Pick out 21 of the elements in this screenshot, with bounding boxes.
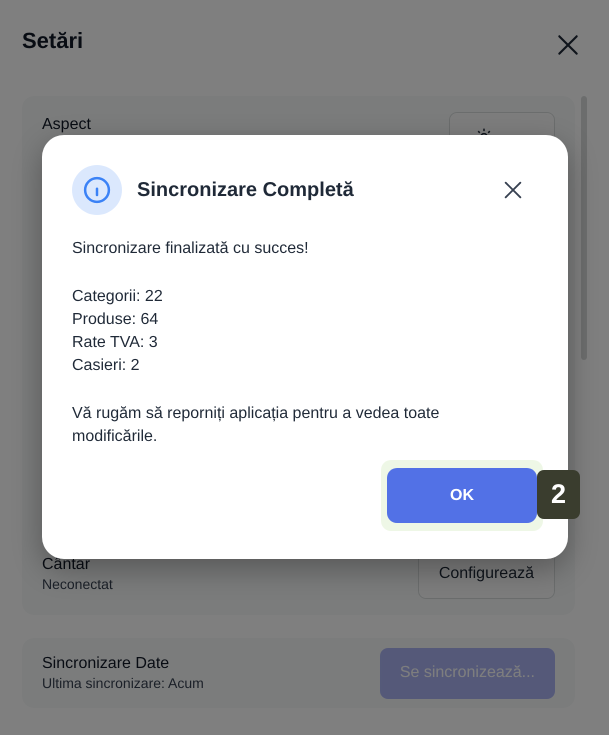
stat-line: Categorii: 22 bbox=[72, 287, 164, 307]
stat-line: Casieri: 2 bbox=[72, 356, 141, 376]
section-label: Cântar bbox=[42, 556, 92, 574]
dialog-close-button[interactable] bbox=[502, 179, 524, 201]
ok-button[interactable]: OK bbox=[387, 468, 537, 523]
dialog-title: Sincronizare Completă bbox=[137, 178, 355, 202]
step-marker: 2 bbox=[537, 470, 580, 519]
close-button[interactable] bbox=[555, 32, 581, 58]
info-icon bbox=[72, 165, 122, 215]
message-text: Sincronizare finalizată cu succes! bbox=[72, 239, 310, 259]
close-icon bbox=[555, 32, 581, 58]
status-text: Neconectat bbox=[42, 576, 113, 592]
section-label: Sincronizare Date bbox=[42, 655, 170, 673]
status-text: Ultima sincronizare: Acum bbox=[42, 675, 204, 691]
stat-line: Produse: 64 bbox=[72, 310, 160, 330]
scrollbar[interactable] bbox=[581, 96, 587, 360]
close-icon bbox=[502, 179, 524, 201]
note-text: Vă rugăm să reporniți aplicația pentru a vedea toate modificările. bbox=[72, 404, 440, 447]
section-label: Aspect bbox=[42, 116, 91, 134]
page-title: Setări bbox=[22, 28, 84, 54]
stat-line: Rate TVA: 3 bbox=[72, 333, 159, 353]
